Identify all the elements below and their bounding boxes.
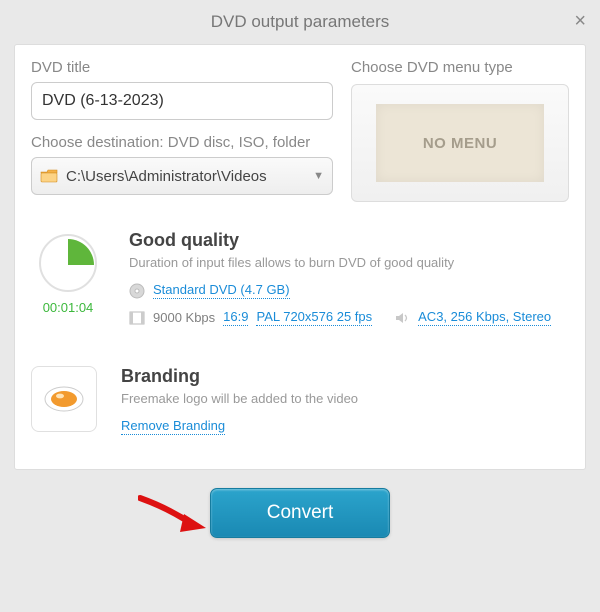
branding-title: Branding [121, 366, 569, 387]
destination-value: C:\Users\Administrator\Videos [66, 168, 305, 185]
destination-label: Choose destination: DVD disc, ISO, folde… [31, 134, 333, 151]
bitrate-text: 9000 Kbps [153, 310, 215, 325]
branding-icon [43, 385, 85, 413]
annotation-arrow [138, 494, 210, 536]
branding-icon-box [31, 366, 97, 432]
disc-icon [129, 283, 145, 299]
branding-description: Freemake logo will be added to the video [121, 391, 569, 406]
dvd-title-input[interactable] [31, 82, 333, 120]
quality-description: Duration of input files allows to burn D… [129, 255, 569, 270]
menu-type-label: Choose DVD menu type [351, 59, 569, 76]
folder-icon [40, 169, 58, 183]
video-format-link[interactable]: PAL 720x576 25 fps [256, 309, 372, 326]
media-spec-link[interactable]: Standard DVD (4.7 GB) [153, 282, 290, 299]
dialog-title: DVD output parameters [211, 12, 390, 32]
main-pane: DVD title Choose destination: DVD disc, … [14, 44, 586, 470]
destination-dropdown[interactable]: C:\Users\Administrator\Videos ▼ [31, 157, 333, 195]
dialog-title-bar: DVD output parameters × [0, 0, 600, 44]
speaker-icon [394, 310, 410, 326]
convert-button[interactable]: Convert [210, 488, 390, 538]
film-icon [129, 310, 145, 326]
audio-format-link[interactable]: AC3, 256 Kbps, Stereo [418, 309, 551, 326]
branding-section: Branding Freemake logo will be added to … [31, 366, 569, 445]
chevron-down-icon: ▼ [313, 170, 324, 182]
duration-text: 00:01:04 [31, 300, 105, 315]
menu-preview[interactable]: NO MENU [351, 84, 569, 202]
quality-title: Good quality [129, 230, 569, 251]
aspect-link[interactable]: 16:9 [223, 309, 248, 326]
quality-section: 00:01:04 Good quality Duration of input … [31, 230, 569, 336]
dvd-title-label: DVD title [31, 59, 333, 76]
close-icon[interactable]: × [574, 10, 586, 33]
duration-clock-icon [39, 234, 97, 292]
menu-preview-text: NO MENU [376, 104, 544, 183]
remove-branding-link[interactable]: Remove Branding [121, 418, 225, 435]
